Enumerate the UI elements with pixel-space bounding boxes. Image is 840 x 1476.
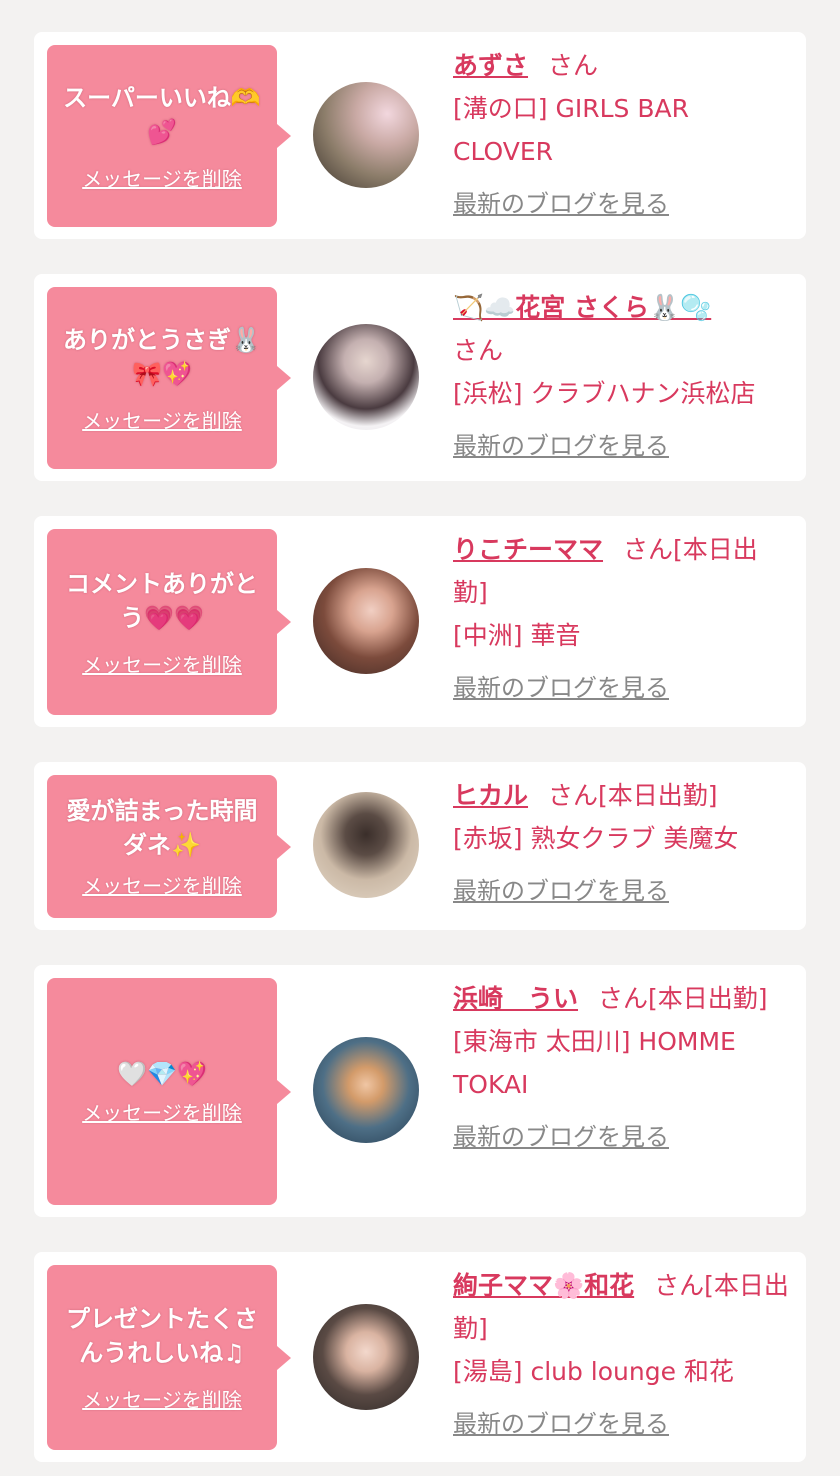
message-text: プレゼントたくさんうれしいね♫ — [66, 1305, 258, 1367]
delete-message-link[interactable]: メッセージを削除 — [82, 649, 242, 678]
latest-blog-link[interactable]: 最新のブログを見る — [453, 1116, 792, 1159]
delete-message-link[interactable]: メッセージを削除 — [82, 1097, 242, 1126]
avatar[interactable] — [313, 792, 419, 898]
cast-info: あずさ さん [溝の口] GIRLS BAR CLOVER 最新のブログを見る — [453, 44, 792, 226]
cast-name-link[interactable]: 🏹☁️花宮 さくら🐰🫧 — [453, 293, 711, 322]
cast-name-link[interactable]: 絢子ママ🌸和花 — [453, 1271, 634, 1300]
cast-info: りこチーママ さん[本日出勤] [中洲] 華音 最新のブログを見る — [453, 528, 792, 710]
cast-name-link[interactable]: りこチーママ — [453, 535, 603, 564]
latest-blog-link[interactable]: 最新のブログを見る — [453, 183, 792, 226]
delete-message-link[interactable]: メッセージを削除 — [82, 405, 242, 434]
latest-blog-link[interactable]: 最新のブログを見る — [453, 425, 792, 468]
message-text: 🤍💎💖 — [117, 1060, 207, 1088]
name-suffix: さん[本日出勤] — [598, 984, 768, 1013]
message-list: スーパーいいね🫶💕 メッセージを削除 あずさ さん [溝の口] GIRLS BAR… — [0, 0, 840, 1476]
cast-info: 🏹☁️花宮 さくら🐰🫧 さん [浜松] クラブハナン浜松店 最新のブログを見る — [453, 286, 792, 468]
latest-blog-link[interactable]: 最新のブログを見る — [453, 1403, 792, 1446]
latest-blog-link[interactable]: 最新のブログを見る — [453, 870, 792, 913]
message-text: スーパーいいね🫶💕 — [63, 83, 261, 146]
avatar[interactable] — [313, 1304, 419, 1410]
cast-name-link[interactable]: 浜崎 うい — [453, 984, 578, 1013]
latest-blog-link[interactable]: 最新のブログを見る — [453, 667, 792, 710]
avatar[interactable] — [313, 82, 419, 188]
shop-name: [赤坂] 熟女クラブ 美魔女 — [453, 824, 739, 853]
delete-message-link[interactable]: メッセージを削除 — [82, 1384, 242, 1413]
message-bubble: 🤍💎💖 メッセージを削除 — [47, 978, 291, 1205]
shop-name: [溝の口] GIRLS BAR CLOVER — [453, 94, 689, 166]
avatar[interactable] — [313, 568, 419, 674]
avatar[interactable] — [313, 1037, 419, 1143]
message-bubble: コメントありがとう💗💗 メッセージを削除 — [47, 529, 291, 715]
cast-info: 絢子ママ🌸和花 さん[本日出勤] [湯島] club lounge 和花 最新のブ… — [453, 1264, 792, 1446]
delete-message-link[interactable]: メッセージを削除 — [82, 163, 242, 192]
message-card: 愛が詰まった時間ダネ✨ メッセージを削除 ヒカル さん[本日出勤] [赤坂] 熟女… — [34, 762, 806, 930]
message-text: ありがとうさぎ🐰🎀💖 — [63, 325, 261, 388]
message-card: 🤍💎💖 メッセージを削除 浜崎 うい さん[本日出勤] [東海市 太田川] HOM… — [34, 965, 806, 1217]
cast-info: 浜崎 うい さん[本日出勤] [東海市 太田川] HOMME TOKAI 最新のブ… — [453, 977, 792, 1159]
name-suffix: さん — [548, 51, 599, 80]
shop-name: [東海市 太田川] HOMME TOKAI — [453, 1027, 736, 1099]
message-bubble: ありがとうさぎ🐰🎀💖 メッセージを削除 — [47, 287, 291, 469]
cast-name-link[interactable]: ヒカル — [453, 781, 528, 810]
delete-message-link[interactable]: メッセージを削除 — [82, 870, 242, 899]
cast-info: ヒカル さん[本日出勤] [赤坂] 熟女クラブ 美魔女 最新のブログを見る — [453, 774, 792, 913]
shop-name: [浜松] クラブハナン浜松店 — [453, 379, 756, 408]
message-card: プレゼントたくさんうれしいね♫ メッセージを削除 絢子ママ🌸和花 さん[本日出勤]… — [34, 1252, 806, 1462]
message-bubble: 愛が詰まった時間ダネ✨ メッセージを削除 — [47, 775, 291, 918]
message-bubble: プレゼントたくさんうれしいね♫ メッセージを削除 — [47, 1265, 291, 1450]
shop-name: [湯島] club lounge 和花 — [453, 1357, 734, 1386]
name-suffix: さん — [453, 336, 504, 365]
message-bubble: スーパーいいね🫶💕 メッセージを削除 — [47, 45, 291, 227]
cast-name-link[interactable]: あずさ — [453, 51, 528, 80]
shop-name: [中洲] 華音 — [453, 621, 581, 650]
message-text: コメントありがとう💗💗 — [66, 569, 258, 632]
name-suffix: さん[本日出勤] — [548, 781, 718, 810]
avatar[interactable] — [313, 324, 419, 430]
message-card: ありがとうさぎ🐰🎀💖 メッセージを削除 🏹☁️花宮 さくら🐰🫧 さん [浜松] ク… — [34, 274, 806, 481]
message-text: 愛が詰まった時間ダネ✨ — [66, 797, 258, 859]
message-card: コメントありがとう💗💗 メッセージを削除 りこチーママ さん[本日出勤] [中洲]… — [34, 516, 806, 727]
message-card: スーパーいいね🫶💕 メッセージを削除 あずさ さん [溝の口] GIRLS BAR… — [34, 32, 806, 239]
